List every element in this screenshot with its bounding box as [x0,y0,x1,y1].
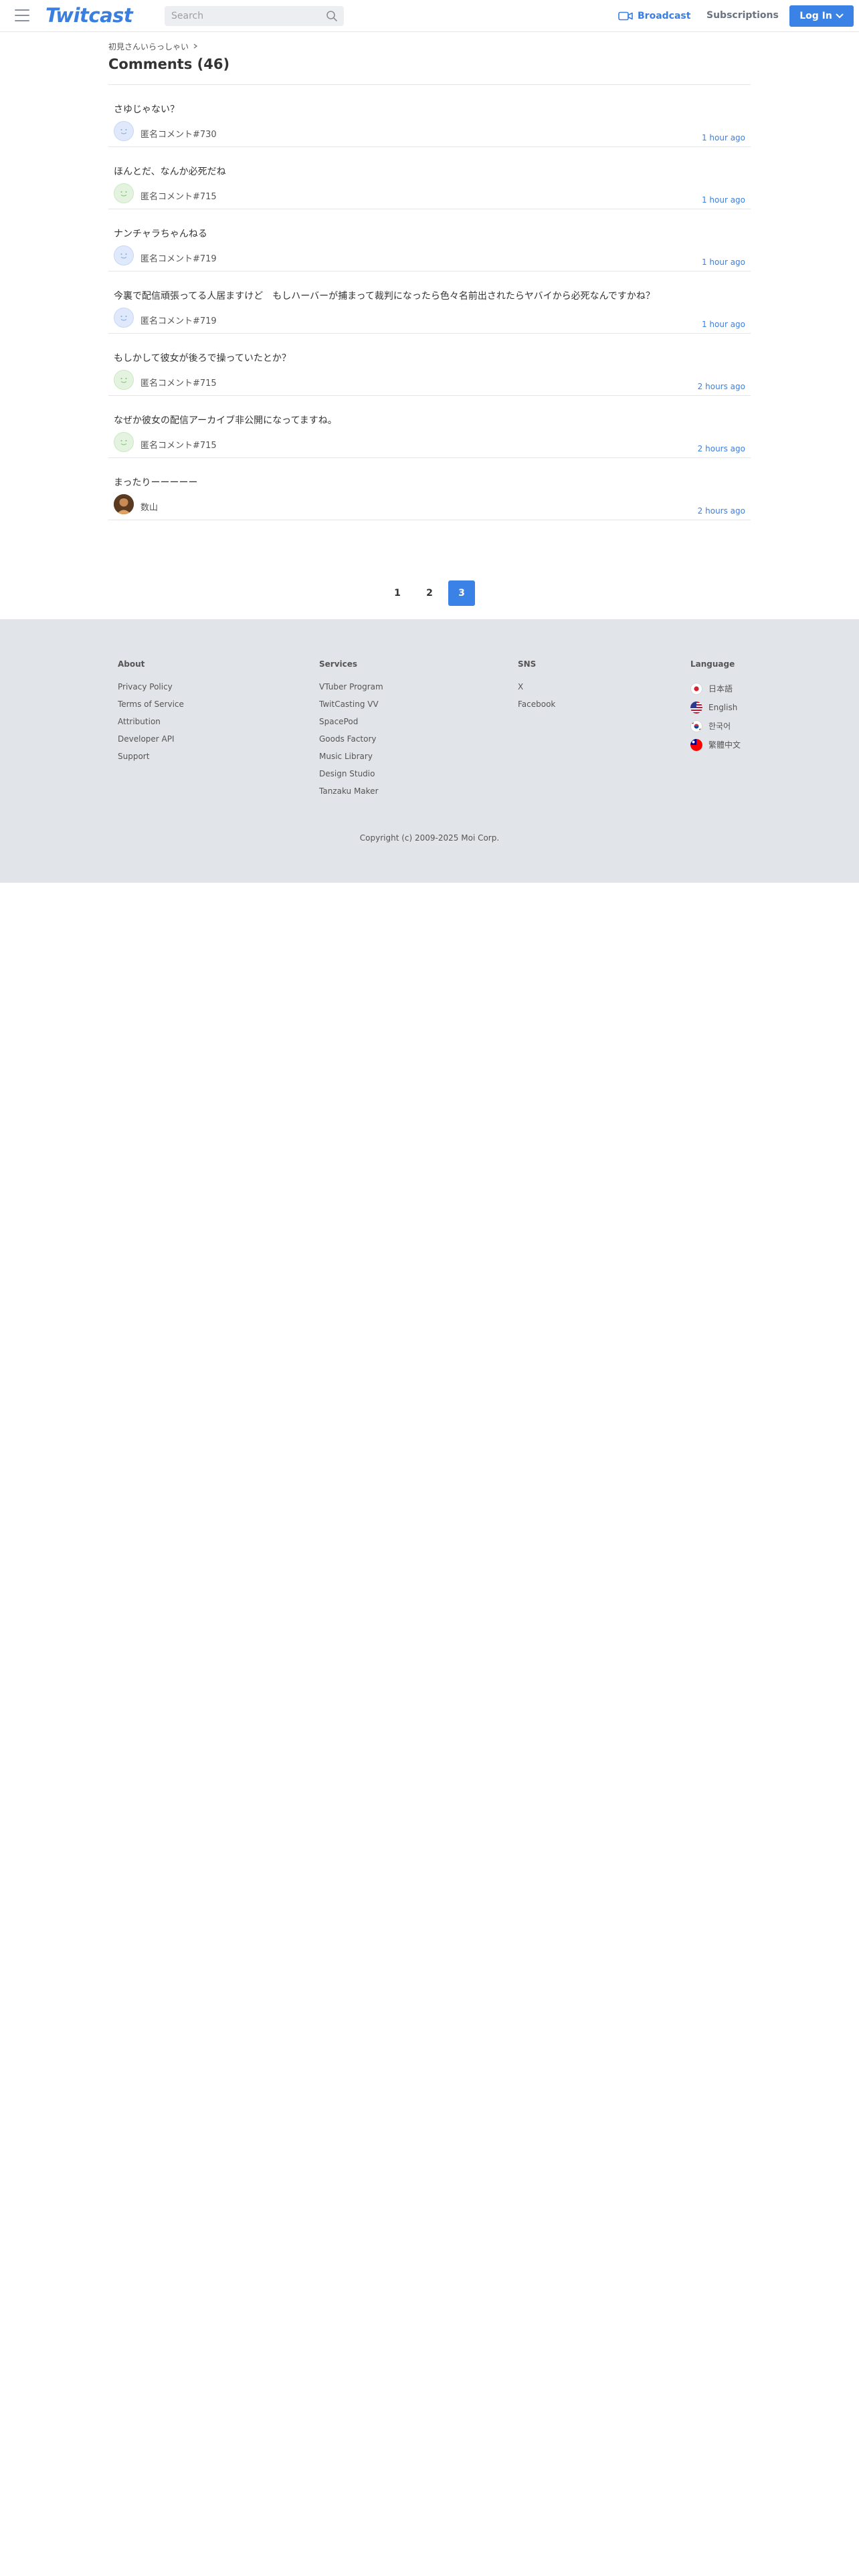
comment-text: まったりーーーーー [114,477,198,488]
comment-item: なぜか彼女の配信アーカイブ非公開になってますね。 匿名コメント#715 2 ho… [108,396,751,458]
default-avatar-icon[interactable] [114,245,134,265]
footer: About Privacy Policy Terms of Service At… [0,619,859,883]
goods-factory-link[interactable]: Goods Factory [319,734,383,746]
comment-text: さゆじゃない？ [114,104,179,115]
twitcast-logo[interactable]: Twitcast [45,4,133,27]
copyright-text: Copyright (c) 2009-2025 Moi Corp. [359,833,500,843]
footer-sns-title: SNS [518,659,537,669]
comment-item: まったりーーーーー 数山 2 hours ago [108,458,751,520]
comment-time[interactable]: 1 hour ago [702,257,745,267]
breadcrumb[interactable]: 初見さんいらっしゃい [108,40,751,52]
comment-time[interactable]: 1 hour ago [702,320,745,329]
broadcast-button[interactable]: Broadcast [618,9,690,23]
broadcast-label: Broadcast [638,11,691,21]
subscriptions-link[interactable]: Subscriptions [706,10,779,21]
footer-services-title: Services [319,659,358,669]
footer-sns: SNS X Facebook [518,659,555,711]
footer-about: About Privacy Policy Terms of Service At… [118,659,184,763]
language-label: English [708,702,738,712]
top-header: Twitcast Broadcast Subscriptions Log In [0,0,859,32]
search-input[interactable] [165,6,332,26]
comment-text: ほんとだ、なんか必死だね [114,167,226,177]
japan-flag-icon [690,682,702,695]
breadcrumb-label: 初見さんいらっしゃい [108,41,189,51]
comment-item: ナンチャラちゃんねる 匿名コメント#719 1 hour ago [108,209,751,272]
comment-item: 今裏で配信頑張ってる人居ますけど もしハーバーが捕まって裁判になったら色々名前出… [108,272,751,334]
comment-item: もしかして彼女が後ろで操っていたとか？ 匿名コメント#715 2 hours a… [108,334,751,396]
search-box [165,6,344,26]
comment-time[interactable]: 1 hour ago [702,133,745,142]
page-title: Comments (46) [108,56,230,72]
comment-author[interactable]: 数山 [140,500,158,513]
main-content: 初見さんいらっしゃい Comments (46) さゆじゃない？ 匿名コメント#… [108,40,751,606]
pagination: 1 2 3 [108,580,751,606]
footer-language-title: Language [690,659,735,669]
comment-time[interactable]: 1 hour ago [702,195,745,205]
default-avatar-icon[interactable] [114,183,134,203]
language-label: 한국어 [708,722,731,731]
language-korean[interactable]: 한국어 [690,720,741,732]
video-camera-icon [618,11,633,21]
comment-text: 今裏で配信頑張ってる人居ますけど もしハーバーが捕まって裁判になったら色々名前出… [114,291,655,302]
default-avatar-icon[interactable] [114,308,134,328]
footer-language: Language 日本語 English 한국어 繁體中文 [690,659,741,751]
hamburger-menu-icon[interactable] [15,9,29,21]
comment-author[interactable]: 匿名コメント#715 [140,376,217,389]
comment-author[interactable]: 匿名コメント#730 [140,127,217,140]
facebook-link[interactable]: Facebook [518,700,555,711]
korea-flag-icon [690,720,702,732]
spacepod-link[interactable]: SpacePod [319,717,383,728]
comment-author[interactable]: 匿名コメント#715 [140,189,217,202]
default-avatar-icon[interactable] [114,370,134,390]
page-button-3-current[interactable]: 3 [448,580,475,606]
chevron-down-icon [836,13,844,19]
comment-author[interactable]: 匿名コメント#719 [140,314,217,326]
developer-api-link[interactable]: Developer API [118,734,184,746]
comment-text: ナンチャラちゃんねる [114,229,207,239]
comment-time[interactable]: 2 hours ago [698,506,745,516]
login-button[interactable]: Log In [789,5,854,27]
default-avatar-icon[interactable] [114,432,134,452]
language-label: 日本語 [708,684,733,693]
language-english[interactable]: English [690,701,741,714]
design-studio-link[interactable]: Design Studio [319,769,383,780]
comment-time[interactable]: 2 hours ago [698,382,745,391]
footer-services: Services VTuber Program TwitCasting VV S… [319,659,383,798]
support-link[interactable]: Support [118,752,184,763]
language-japanese[interactable]: 日本語 [690,682,741,695]
comment-time[interactable]: 2 hours ago [698,444,745,453]
search-icon[interactable] [326,10,338,22]
chevron-right-icon [193,43,198,49]
terms-link[interactable]: Terms of Service [118,700,184,711]
comment-text: なぜか彼女の配信アーカイブ非公開になってますね。 [114,415,337,426]
page-button-2[interactable]: 2 [416,580,443,606]
language-label: 繁體中文 [708,740,741,750]
music-library-link[interactable]: Music Library [319,752,383,763]
x-link[interactable]: X [518,682,555,693]
privacy-policy-link[interactable]: Privacy Policy [118,682,184,693]
us-flag-icon [690,701,702,714]
attribution-link[interactable]: Attribution [118,717,184,728]
twitcasting-vv-link[interactable]: TwitCasting VV [319,700,383,711]
user-photo-avatar[interactable] [114,494,134,514]
tanzaku-maker-link[interactable]: Tanzaku Maker [319,786,383,798]
login-label: Log In [799,11,832,21]
comment-author[interactable]: 匿名コメント#719 [140,251,217,264]
comment-list: さゆじゃない？ 匿名コメント#730 1 hour ago ほんとだ、なんか必死… [108,85,751,520]
page-button-1[interactable]: 1 [384,580,411,606]
comment-item: さゆじゃない？ 匿名コメント#730 1 hour ago [108,85,751,147]
comment-item: ほんとだ、なんか必死だね 匿名コメント#715 1 hour ago [108,147,751,209]
comment-text: もしかして彼女が後ろで操っていたとか？ [114,353,291,364]
comment-author[interactable]: 匿名コメント#715 [140,438,217,451]
default-avatar-icon[interactable] [114,121,134,141]
footer-about-title: About [118,659,145,669]
language-traditional-chinese[interactable]: 繁體中文 [690,738,741,751]
vtuber-program-link[interactable]: VTuber Program [319,682,383,693]
taiwan-flag-icon [690,738,702,751]
